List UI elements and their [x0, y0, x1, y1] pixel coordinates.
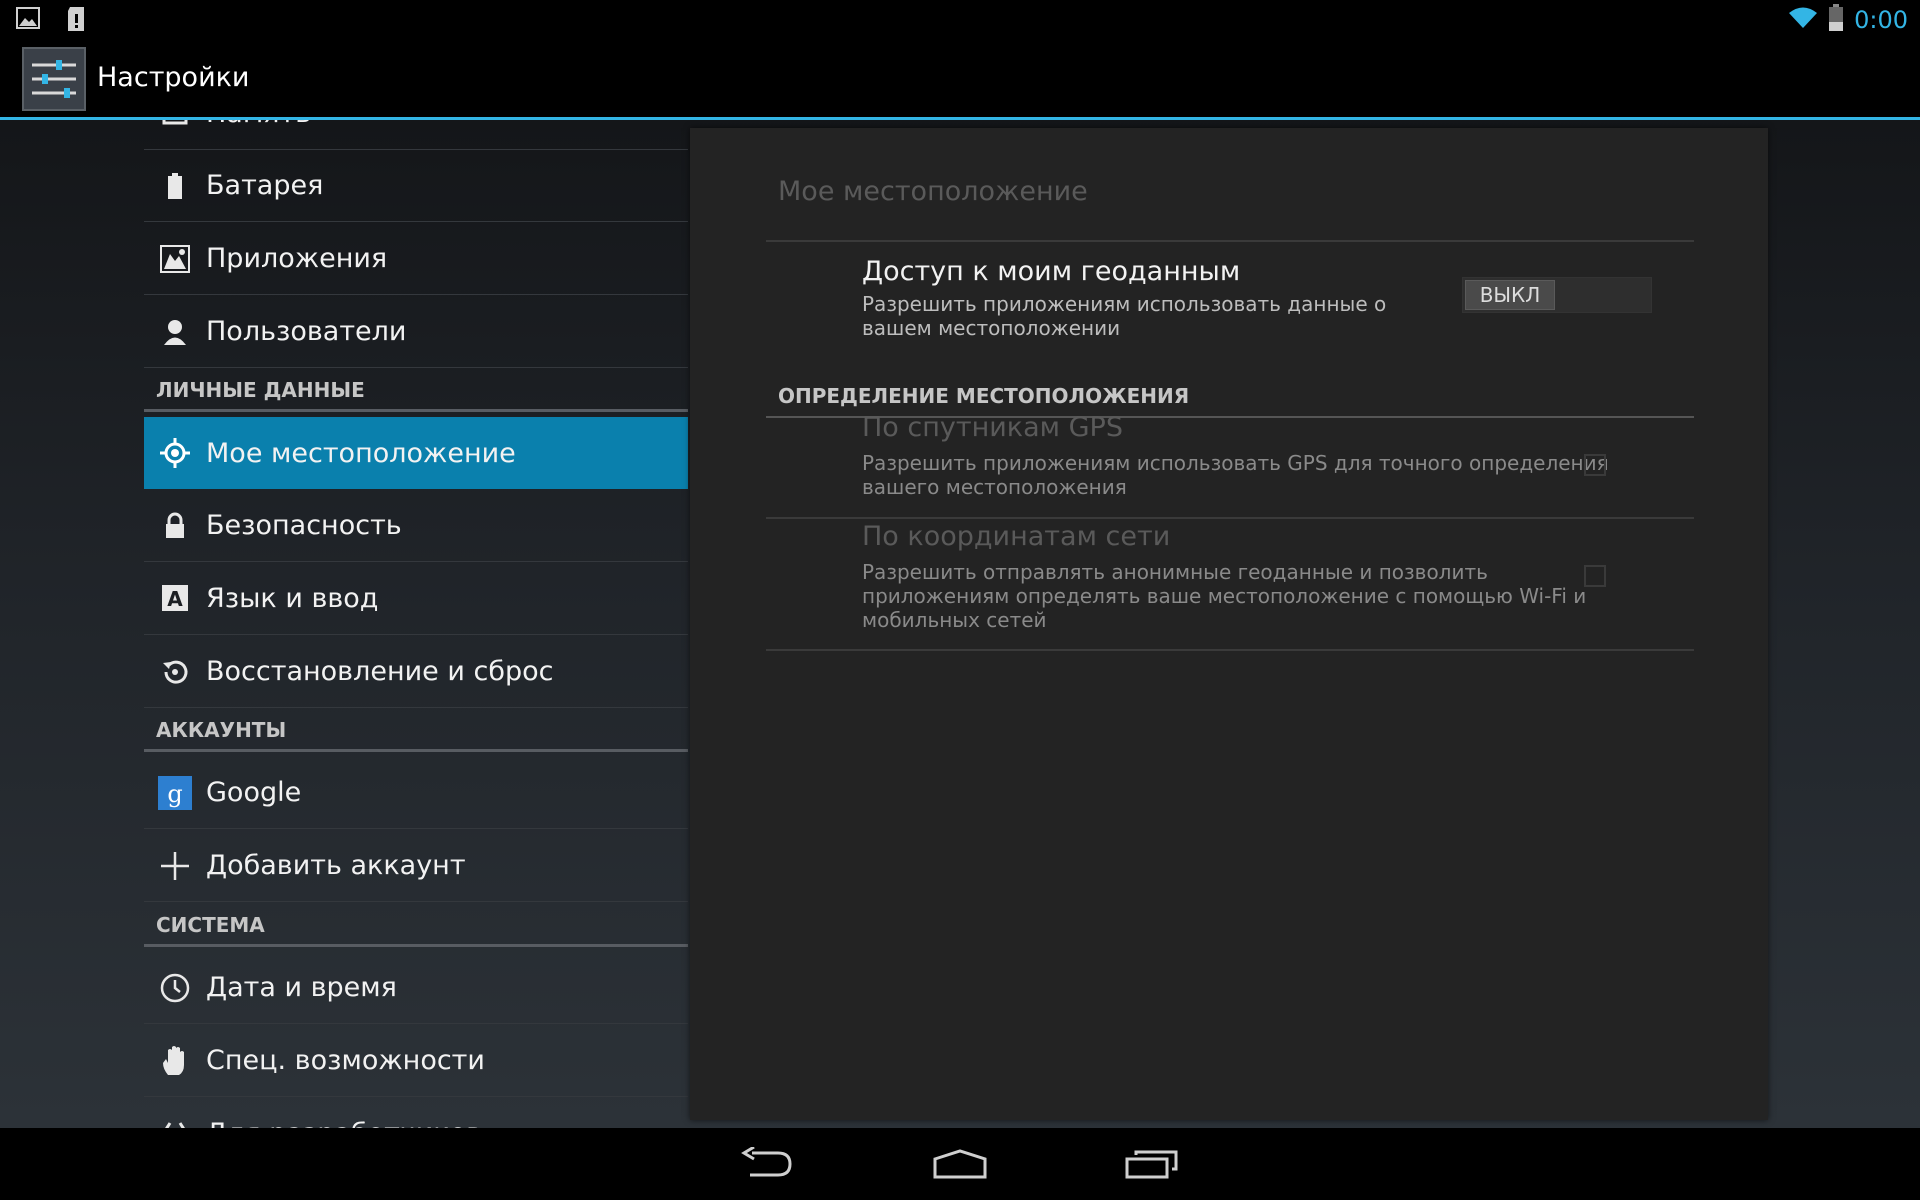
google-icon: g: [144, 775, 206, 810]
sidebar-item-apps[interactable]: Приложения: [144, 223, 688, 295]
section-header-personal: ЛИЧНЫЕ ДАННЫЕ: [144, 374, 688, 412]
app-title: Настройки: [97, 62, 250, 93]
developer-icon: [144, 1119, 206, 1128]
battery-icon: [1828, 4, 1844, 36]
settings-list[interactable]: Память Батарея Приложения Пользователи Л…: [144, 120, 688, 1128]
summary-line: вашем местоположении: [862, 316, 1121, 340]
section-header-system: СИСТЕМА: [144, 909, 688, 947]
location-settings-panel: Мое местоположение Доступ к моим геоданн…: [690, 128, 1768, 1120]
home-icon[interactable]: [925, 1138, 995, 1190]
lock-icon: [144, 512, 206, 540]
apps-icon: [144, 244, 206, 273]
panel-title: Мое местоположение: [778, 176, 1088, 207]
clock-icon: [144, 973, 206, 1003]
sidebar-item-label: Мое местоположение: [206, 437, 516, 469]
sidebar-item-label: Дата и время: [206, 972, 397, 1003]
restore-icon: [144, 657, 206, 687]
hand-icon: [144, 1045, 206, 1077]
sidebar-item-label: Добавить аккаунт: [206, 850, 466, 881]
navigation-bar: [0, 1128, 1920, 1200]
sidebar-item-label: Google: [206, 777, 302, 808]
back-icon[interactable]: [733, 1138, 803, 1190]
toggle-thumb: ВЫКЛ: [1465, 280, 1555, 310]
sidebar-item-label: Память: [206, 120, 311, 129]
summary-line: вашего местоположения: [862, 475, 1127, 499]
divider: [766, 649, 1694, 651]
section-header-accounts: АККАУНТЫ: [144, 714, 688, 752]
sidebar-item-storage[interactable]: Память: [144, 120, 688, 150]
sidebar-item-restore[interactable]: Восстановление и сброс: [144, 636, 688, 708]
location-access-summary: Разрешить приложениям использовать данны…: [862, 292, 1386, 340]
sidebar-item-accessibility[interactable]: Спец. возможности: [144, 1025, 688, 1097]
sidebar-item-developer[interactable]: Для разработчиков: [144, 1098, 688, 1128]
sidebar-item-battery[interactable]: Батарея: [144, 150, 688, 222]
sidebar-item-label: Восстановление и сброс: [206, 656, 554, 687]
network-location-checkbox[interactable]: [1584, 565, 1606, 587]
sidebar-item-google[interactable]: g Google: [144, 757, 688, 829]
gps-title: По спутникам GPS: [862, 412, 1123, 443]
summary-line: Разрешить отправлять анонимные геоданные…: [862, 560, 1488, 584]
action-bar: Настройки: [0, 38, 1920, 120]
settings-sliders-icon[interactable]: [22, 47, 86, 111]
sidebar-item-label: Спец. возможности: [206, 1045, 485, 1076]
sidebar-item-label: Безопасность: [206, 510, 402, 541]
gps-summary: Разрешить приложениям использовать GPS д…: [862, 451, 1609, 499]
location-access-toggle[interactable]: ВЫКЛ: [1462, 277, 1652, 313]
section-header-label: ЛИЧНЫЕ ДАННЫЕ: [156, 378, 365, 402]
sidebar-item-label: Пользователи: [206, 316, 407, 347]
status-bar: 0:00: [0, 0, 1920, 38]
section-header-label: СИСТЕМА: [156, 913, 265, 937]
location-access-title: Доступ к моим геоданным: [862, 256, 1241, 287]
divider: [766, 240, 1694, 242]
recent-apps-icon[interactable]: [1117, 1138, 1187, 1190]
sidebar-item-language[interactable]: A Язык и ввод: [144, 563, 688, 635]
svg-text:A: A: [167, 587, 183, 611]
sd-card-icon: [66, 6, 86, 36]
gps-checkbox[interactable]: [1584, 454, 1606, 476]
add-account-button[interactable]: Добавить аккаунт: [144, 830, 688, 902]
language-icon: A: [144, 584, 206, 614]
divider: [766, 517, 1694, 519]
sidebar-item-label: Язык и ввод: [206, 583, 379, 614]
summary-line: Разрешить приложениям использовать данны…: [862, 292, 1387, 316]
add-icon: [144, 850, 206, 882]
summary-line: Разрешить приложениям использовать GPS д…: [862, 451, 1609, 475]
sidebar-item-location[interactable]: Мое местоположение: [144, 417, 688, 489]
summary-line: мобильных сетей: [862, 608, 1047, 632]
users-icon: [144, 318, 206, 346]
section-header-label: АККАУНТЫ: [156, 718, 287, 742]
network-location-title: По координатам сети: [862, 521, 1171, 552]
svg-text:g: g: [167, 780, 182, 808]
category-header: ОПРЕДЕЛЕНИЕ МЕСТОПОЛОЖЕНИЯ: [778, 384, 1190, 408]
sidebar-item-label: Для разработчиков: [206, 1118, 482, 1128]
sidebar-item-label: Батарея: [206, 170, 324, 201]
network-location-summary: Разрешить отправлять анонимные геоданные…: [862, 560, 1586, 632]
sidebar-item-date-time[interactable]: Дата и время: [144, 952, 688, 1024]
clock: 0:00: [1854, 6, 1908, 34]
sidebar-item-label: Приложения: [206, 243, 388, 274]
summary-line: приложениям определять ваше местоположен…: [862, 584, 1587, 608]
sidebar-item-security[interactable]: Безопасность: [144, 490, 688, 562]
storage-icon: [144, 120, 206, 127]
image-icon: [16, 6, 40, 36]
content-area: Память Батарея Приложения Пользователи Л…: [0, 120, 1920, 1128]
sidebar-item-users[interactable]: Пользователи: [144, 296, 688, 368]
wifi-icon: [1788, 6, 1818, 34]
location-icon: [144, 437, 206, 469]
battery-icon: [144, 172, 206, 200]
